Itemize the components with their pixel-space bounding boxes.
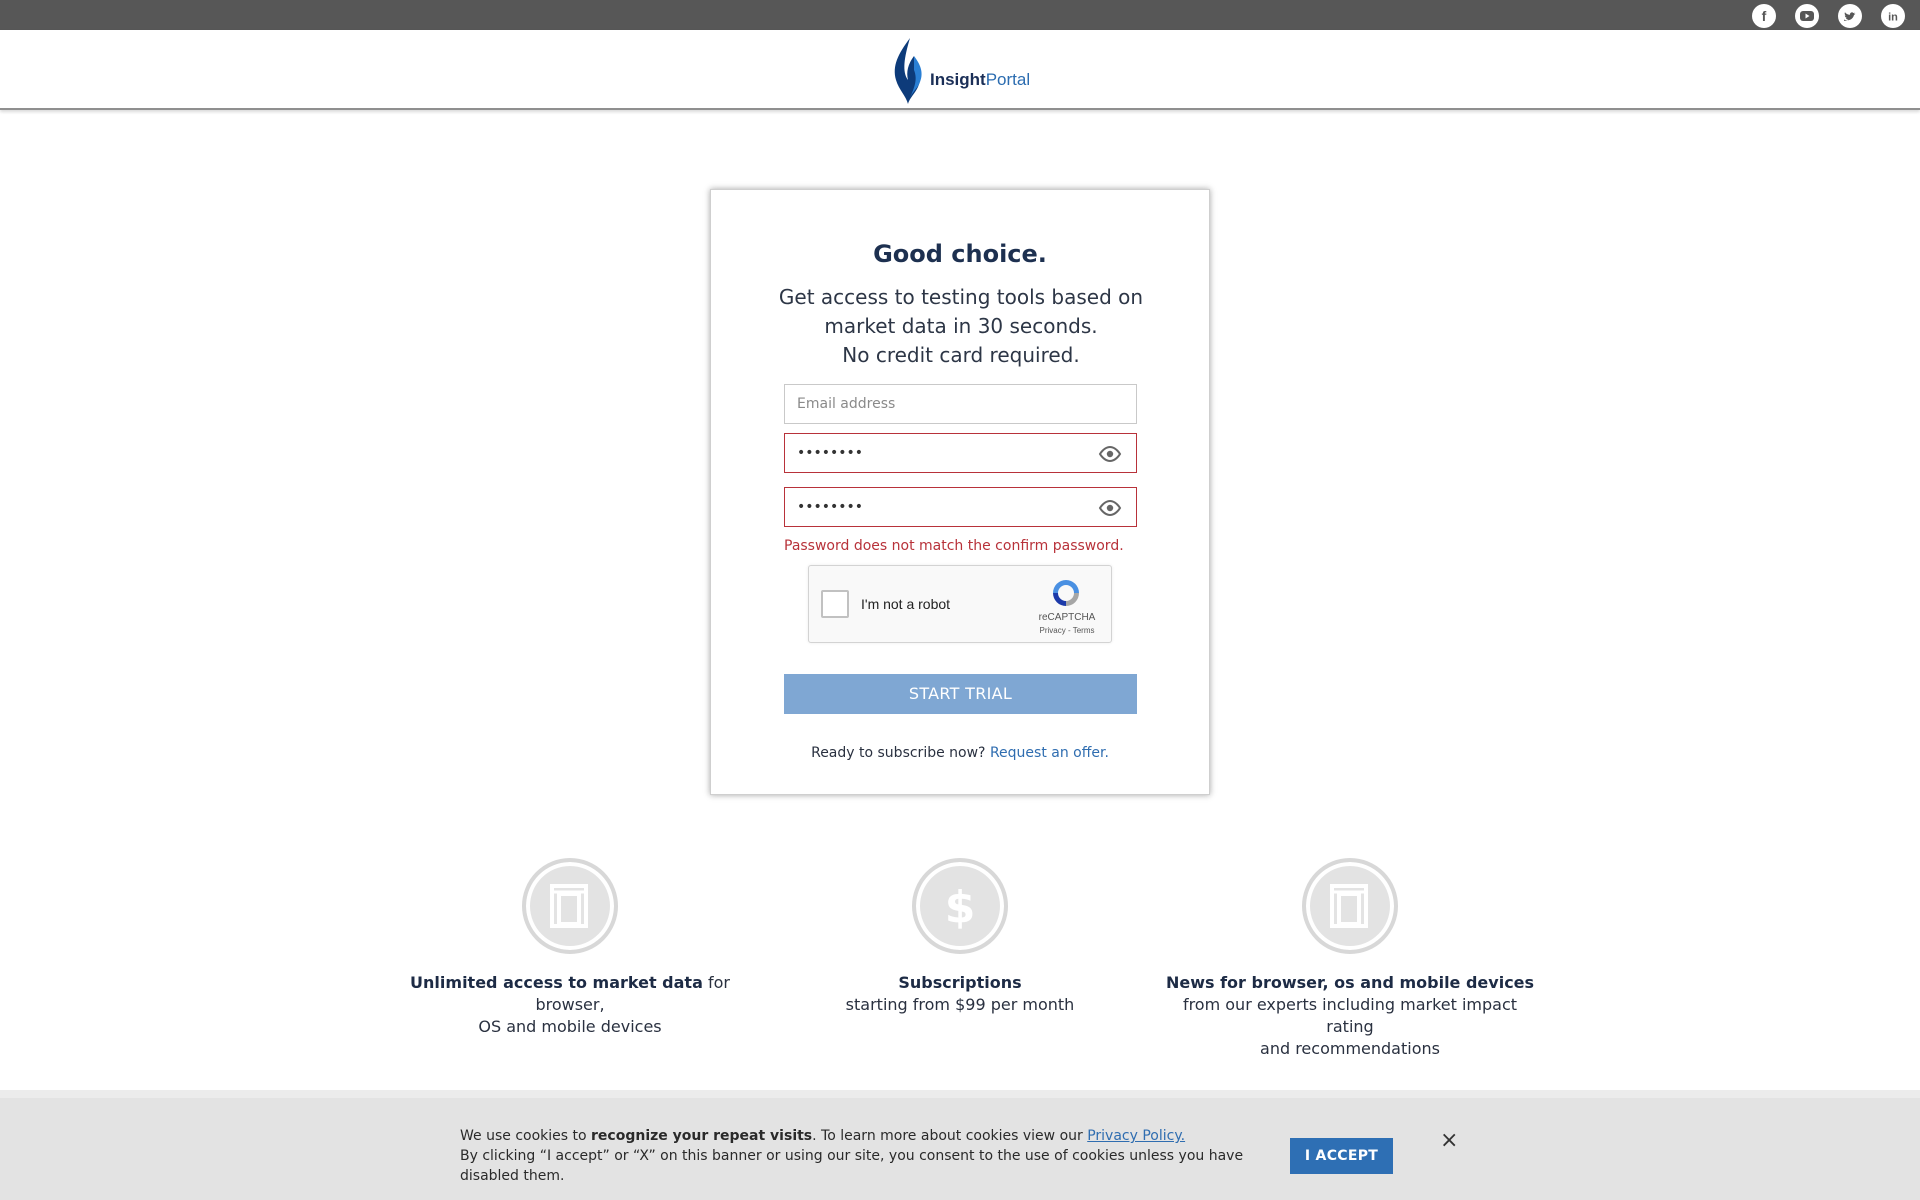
email-input[interactable] <box>785 385 1136 423</box>
twitter-icon[interactable] <box>1838 4 1862 28</box>
feature-text: Unlimited access to market data for brow… <box>410 973 730 1036</box>
accept-cookies-button[interactable]: I ACCEPT <box>1290 1138 1393 1174</box>
cookie-banner: We use cookies to recognize your repeat … <box>0 1090 1920 1200</box>
subscribe-prompt: Ready to subscribe now? Request an offer… <box>711 745 1209 761</box>
insightportal-logo[interactable]: InsightPortal <box>890 36 1030 106</box>
recaptcha-widget: I'm not a robot reCAPTCHA Privacy - Term… <box>808 565 1112 643</box>
site-header: InsightPortal <box>0 30 1920 110</box>
youtube-icon[interactable] <box>1795 4 1819 28</box>
close-icon[interactable]: × <box>1440 1128 1458 1153</box>
confirm-password-input[interactable] <box>785 488 1136 526</box>
show-password-icon[interactable] <box>1098 445 1122 463</box>
card-title: Good choice. <box>873 240 1047 268</box>
recaptcha-icon <box>1053 580 1079 606</box>
flame-icon <box>894 38 922 104</box>
start-trial-button[interactable]: START TRIAL <box>784 674 1137 714</box>
document-icon <box>522 858 618 954</box>
subtitle-line: market data in 30 seconds. <box>824 314 1098 338</box>
password-input[interactable] <box>785 434 1136 472</box>
cookie-message: We use cookies to recognize your repeat … <box>460 1128 1244 1184</box>
svg-text:$: $ <box>945 882 976 933</box>
email-field[interactable] <box>784 384 1137 424</box>
feature-market-data: Unlimited access to market data for brow… <box>385 858 755 1038</box>
password-field[interactable] <box>784 433 1137 473</box>
dollar-icon: $ <box>912 858 1008 954</box>
recaptcha-label: I'm not a robot <box>861 596 951 612</box>
linkedin-icon[interactable]: in <box>1881 4 1905 28</box>
subtitle-line: No credit card required. <box>842 343 1080 367</box>
facebook-icon[interactable]: f <box>1752 4 1776 28</box>
request-offer-link[interactable]: Request an offer. <box>990 745 1109 761</box>
feature-subscriptions: $ Subscriptions starting from $99 per mo… <box>775 858 1145 1016</box>
top-bar: f in <box>0 0 1920 30</box>
svg-text:in: in <box>1888 12 1898 24</box>
recaptcha-brand: reCAPTCHA <box>1038 612 1096 623</box>
feature-text: Subscriptions starting from $99 per mont… <box>845 973 1075 1014</box>
card-subtitle: Get access to testing tools based on mar… <box>751 283 1171 370</box>
logo-text: InsightPortal <box>930 70 1031 89</box>
recaptcha-privacy-terms[interactable]: Privacy - Terms <box>1031 626 1103 635</box>
password-error-message: Password does not match the confirm pass… <box>784 538 1124 554</box>
svg-text:f: f <box>1762 8 1767 24</box>
signup-card: Good choice. Get access to testing tools… <box>710 189 1210 795</box>
show-confirm-password-icon[interactable] <box>1098 499 1122 517</box>
document-icon <box>1302 858 1398 954</box>
privacy-policy-link[interactable]: Privacy Policy. <box>1087 1128 1185 1144</box>
subtitle-line: Get access to testing tools based on <box>778 285 1144 309</box>
confirm-password-field[interactable] <box>784 487 1137 527</box>
feature-news: News for browser, os and mobile devices … <box>1165 858 1535 1060</box>
feature-text: News for browser, os and mobile devices … <box>1165 973 1535 1058</box>
subscribe-text: Ready to subscribe now? <box>811 745 986 761</box>
recaptcha-checkbox[interactable] <box>821 590 849 618</box>
